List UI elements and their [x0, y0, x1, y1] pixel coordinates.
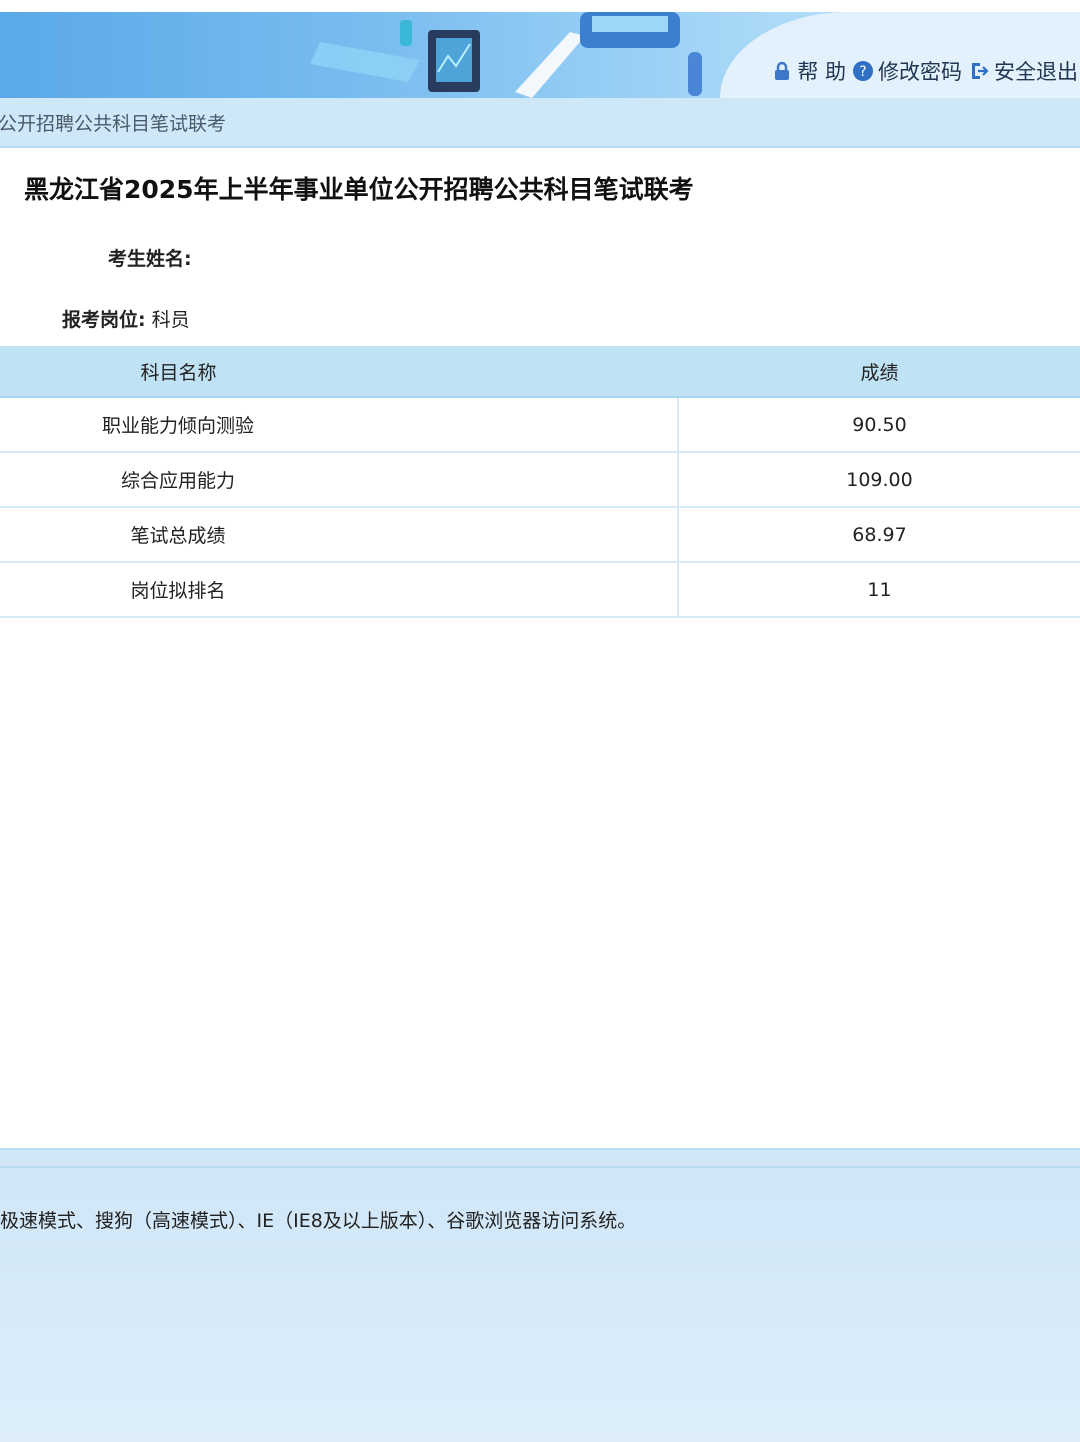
banner-illustration — [310, 12, 702, 98]
subject-cell: 岗位拟排名 — [0, 562, 679, 618]
table-header-row: 科目名称 成绩 — [0, 346, 1080, 398]
table-row: 综合应用能力 109.00 — [0, 452, 1080, 508]
footer: 极速模式、搜狗（高速模式）、IE（IE8及以上版本）、谷歌浏览器访问系统。 — [0, 1148, 1080, 1442]
subject-cell: 综合应用能力 — [0, 452, 679, 508]
help-link[interactable]: 帮 助 — [771, 56, 846, 86]
lock-icon — [775, 61, 790, 80]
score-cell: 68.97 — [678, 507, 1080, 563]
question-icon: ? — [853, 61, 873, 81]
candidate-name-label: 考生姓名: — [108, 248, 192, 270]
breadcrumb: 公开招聘公共科目笔试联考 — [0, 98, 1080, 148]
header-score: 成绩 — [678, 346, 1080, 398]
logout-link[interactable]: 安全退出 — [968, 56, 1078, 86]
subject-cell: 职业能力倾向测验 — [0, 397, 679, 453]
top-nav: 帮 助 ? 修改密码 安全退出 — [765, 56, 1078, 86]
candidate-position-value: 科员 — [151, 309, 190, 331]
table-row: 岗位拟排名 11 — [0, 562, 1080, 618]
breadcrumb-text: 公开招聘公共科目笔试联考 — [0, 112, 227, 135]
candidate-position-row: 报考岗位: 科员 — [62, 305, 190, 332]
exit-icon — [972, 63, 989, 79]
browser-compat-note: 极速模式、搜狗（高速模式）、IE（IE8及以上版本）、谷歌浏览器访问系统。 — [0, 1210, 637, 1232]
header-subject: 科目名称 — [0, 346, 678, 398]
page-title: 黑龙江省2025年上半年事业单位公开招聘公共科目笔试联考 — [24, 175, 694, 204]
table-row: 职业能力倾向测验 90.50 — [0, 397, 1080, 453]
score-cell: 90.50 — [678, 397, 1080, 453]
logout-label: 安全退出 — [994, 60, 1078, 84]
change-password-label: 修改密码 — [878, 60, 962, 84]
candidate-name-row: 考生姓名: — [108, 244, 192, 271]
footer-divider — [0, 1166, 1080, 1168]
subject-cell: 笔试总成绩 — [0, 507, 679, 563]
candidate-position-label: 报考岗位: — [62, 309, 146, 331]
score-table: 科目名称 成绩 职业能力倾向测验 90.50 综合应用能力 109.00 笔试总… — [0, 346, 1080, 618]
change-password-link[interactable]: ? 修改密码 — [852, 56, 962, 86]
svg-text:?: ? — [859, 64, 866, 80]
header-banner: 帮 助 ? 修改密码 安全退出 — [0, 12, 1080, 98]
help-label: 帮 助 — [797, 60, 846, 84]
table-row: 笔试总成绩 68.97 — [0, 507, 1080, 563]
score-cell: 11 — [678, 562, 1080, 618]
score-cell: 109.00 — [678, 452, 1080, 508]
